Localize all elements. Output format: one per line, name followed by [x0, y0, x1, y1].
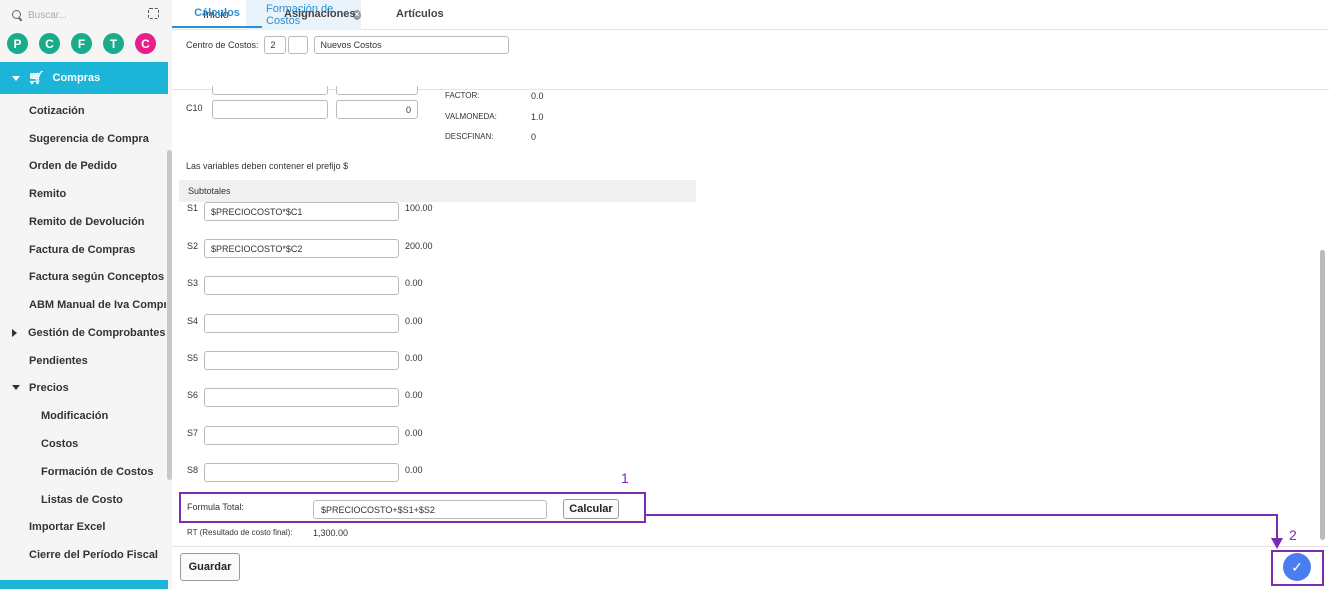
check-icon: ✓: [1291, 558, 1303, 575]
confirm-button[interactable]: ✓: [1283, 553, 1311, 581]
app-root: Buscar... P C F T C 🛒︎ Compras Cotizació…: [0, 0, 1329, 589]
annotation-2: 2: [1289, 527, 1297, 543]
annotation-arrow: [646, 514, 1283, 549]
arrow-line: [646, 514, 1278, 540]
annotation-1: 1: [621, 470, 629, 486]
arrow-head: [1271, 538, 1283, 549]
